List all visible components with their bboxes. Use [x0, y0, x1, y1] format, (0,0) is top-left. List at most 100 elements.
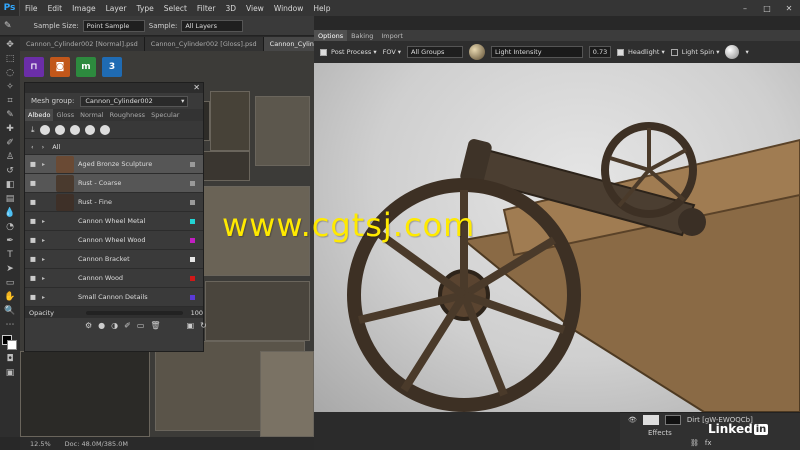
smart-material-icon[interactable] — [54, 124, 65, 135]
move-tool-icon[interactable]: ✥ — [3, 39, 17, 51]
palette-icon[interactable]: ◑ — [111, 321, 118, 330]
visibility-eye-icon[interactable]: 👁 — [628, 416, 637, 424]
all-layers-row[interactable]: ‹ › All — [25, 139, 203, 155]
dynamask-icon[interactable] — [84, 124, 95, 135]
folder-icon[interactable]: ▸ — [42, 294, 52, 301]
folder-icon[interactable]: ▸ — [42, 256, 52, 263]
maximize-button[interactable]: □ — [756, 0, 778, 16]
material-icon[interactable] — [39, 124, 50, 135]
screen-mode-icon[interactable]: ▣ — [3, 367, 17, 379]
folder-icon[interactable]: ▸ — [42, 161, 52, 168]
layer-row[interactable]: ■ ▸ Cannon Wheel Wood — [25, 231, 203, 250]
post-process-checkbox[interactable] — [320, 48, 327, 56]
menu-image[interactable]: Image — [67, 4, 101, 13]
menu-window[interactable]: Window — [269, 4, 309, 13]
visibility-toggle-icon[interactable]: ■ — [28, 217, 38, 225]
gradient-tool-icon[interactable]: ▤ — [3, 193, 17, 205]
dodge-tool-icon[interactable]: ◔ — [3, 221, 17, 233]
quick-mask-icon[interactable]: ◘ — [3, 353, 17, 365]
shape-tool-icon[interactable]: ▭ — [3, 277, 17, 289]
opacity-slider[interactable] — [86, 310, 183, 315]
expand-right-icon[interactable]: › — [42, 143, 45, 151]
hand-tool-icon[interactable]: ✋ — [3, 291, 17, 303]
layer-row[interactable]: ■ ▸ Cannon Wheel Metal — [25, 212, 203, 231]
zoom-tool-icon[interactable]: 🔍 — [3, 305, 17, 317]
light-intensity-value[interactable]: 0.73 — [589, 46, 612, 58]
mask-icon[interactable] — [69, 124, 80, 135]
folder-icon[interactable]: ▭ — [137, 321, 145, 330]
lasso-tool-icon[interactable]: ◌ — [3, 67, 17, 79]
layer-color-swatch[interactable] — [190, 237, 195, 243]
effects-label[interactable]: Effects — [648, 429, 672, 437]
fov-dropdown[interactable]: FOV ▾ — [383, 48, 401, 56]
layer-color-swatch[interactable] — [190, 199, 195, 205]
type-tool-icon[interactable]: T — [3, 249, 17, 261]
minimize-button[interactable]: – — [734, 0, 756, 16]
link-icon[interactable]: ⛓ — [690, 439, 699, 447]
eyedropper-icon[interactable]: ✎ — [4, 21, 12, 31]
visibility-toggle-icon[interactable]: ■ — [28, 198, 38, 206]
headlight-checkbox[interactable] — [617, 48, 625, 56]
layer-row[interactable]: ■ Rust - Coarse — [25, 174, 203, 193]
export-icon[interactable] — [99, 124, 110, 135]
healing-brush-icon[interactable]: ✚ — [3, 123, 17, 135]
mesh-group-select[interactable]: Cannon_Cylinder002 ▾ — [80, 95, 189, 107]
color-swatches[interactable] — [2, 335, 18, 351]
light-spin-toggle[interactable]: Light Spin ▾ — [670, 48, 719, 56]
trash-icon[interactable]: 🗑 — [150, 321, 160, 330]
visibility-toggle-icon[interactable]: ■ — [28, 255, 38, 263]
quick-select-icon[interactable]: ✧ — [3, 81, 17, 93]
save-icon[interactable]: ▣ — [187, 321, 195, 330]
layer-color-swatch[interactable] — [190, 161, 195, 167]
close-icon[interactable]: ✕ — [193, 83, 200, 92]
menu-filter[interactable]: Filter — [192, 4, 221, 13]
layer-color-swatch[interactable] — [190, 294, 195, 300]
post-process-toggle[interactable]: Post Process ▾ — [320, 48, 377, 56]
layer-color-swatch[interactable] — [190, 256, 195, 262]
light-intensity-slider[interactable]: Light Intensity — [491, 46, 584, 58]
eyedropper-tool-icon[interactable]: ✎ — [3, 109, 17, 121]
menu-edit[interactable]: Edit — [43, 4, 68, 13]
tab-gloss[interactable]: Gloss — [53, 109, 77, 121]
panel-titlebar[interactable]: ✕ — [25, 83, 203, 93]
layer-row[interactable]: ■ ▸ Aged Bronze Sculpture — [25, 155, 203, 174]
tab-albedo[interactable]: Albedo — [25, 109, 54, 121]
folder-icon[interactable]: ▸ — [42, 237, 52, 244]
folder-icon[interactable]: ▸ — [42, 218, 52, 225]
visibility-toggle-icon[interactable]: ■ — [28, 274, 38, 282]
menu-file[interactable]: File — [20, 4, 43, 13]
tab-normal-doc[interactable]: Cannon_Cylinder002 [Normal].psd — [20, 37, 145, 51]
refresh-icon[interactable]: ↻ — [200, 321, 207, 330]
fx-layer-icon[interactable]: fx — [705, 439, 712, 447]
visibility-toggle-icon[interactable]: ■ — [28, 160, 38, 168]
tab-roughness[interactable]: Roughness — [107, 109, 148, 121]
fx-icon[interactable]: ⚙ — [85, 321, 92, 330]
eraser-tool-icon[interactable]: ◧ — [3, 179, 17, 191]
headlight-toggle[interactable]: Headlight ▾ — [617, 48, 665, 56]
layer-row[interactable]: ■ ▸ Cannon Wood — [25, 269, 203, 288]
clone-stamp-icon[interactable]: ♙ — [3, 151, 17, 163]
light-spin-checkbox[interactable] — [670, 48, 678, 56]
sample-select[interactable]: All Layers — [181, 19, 244, 32]
environment-chevron-icon[interactable]: ▾ — [745, 48, 748, 56]
marquee-tool-icon[interactable]: ⬚ — [3, 53, 17, 65]
visibility-toggle-icon[interactable]: ■ — [28, 179, 38, 187]
crop-tool-icon[interactable]: ⌗ — [3, 95, 17, 107]
path-select-icon[interactable]: ➤ — [3, 263, 17, 275]
layer-row[interactable]: ■ ▸ Cannon Bracket — [25, 250, 203, 269]
zoom-level[interactable]: 12.5% — [30, 440, 51, 448]
tab-options[interactable]: Options — [314, 30, 348, 41]
menu-type[interactable]: Type — [132, 4, 159, 13]
pen-tool-icon[interactable]: ✒ — [3, 235, 17, 247]
close-window-button[interactable]: ✕ — [778, 0, 800, 16]
tab-normal[interactable]: Normal — [77, 109, 107, 121]
menu-layer[interactable]: Layer — [101, 4, 132, 13]
layer-color-swatch[interactable] — [190, 180, 195, 186]
brush-tool-icon[interactable]: ✐ — [3, 137, 17, 149]
menu-3d[interactable]: 3D — [220, 4, 241, 13]
groups-select[interactable]: All Groups — [407, 46, 464, 58]
tab-specular[interactable]: Specular — [148, 109, 182, 121]
menu-select[interactable]: Select — [159, 4, 192, 13]
history-brush-icon[interactable]: ↺ — [3, 165, 17, 177]
collapse-left-icon[interactable]: ‹ — [31, 143, 34, 151]
